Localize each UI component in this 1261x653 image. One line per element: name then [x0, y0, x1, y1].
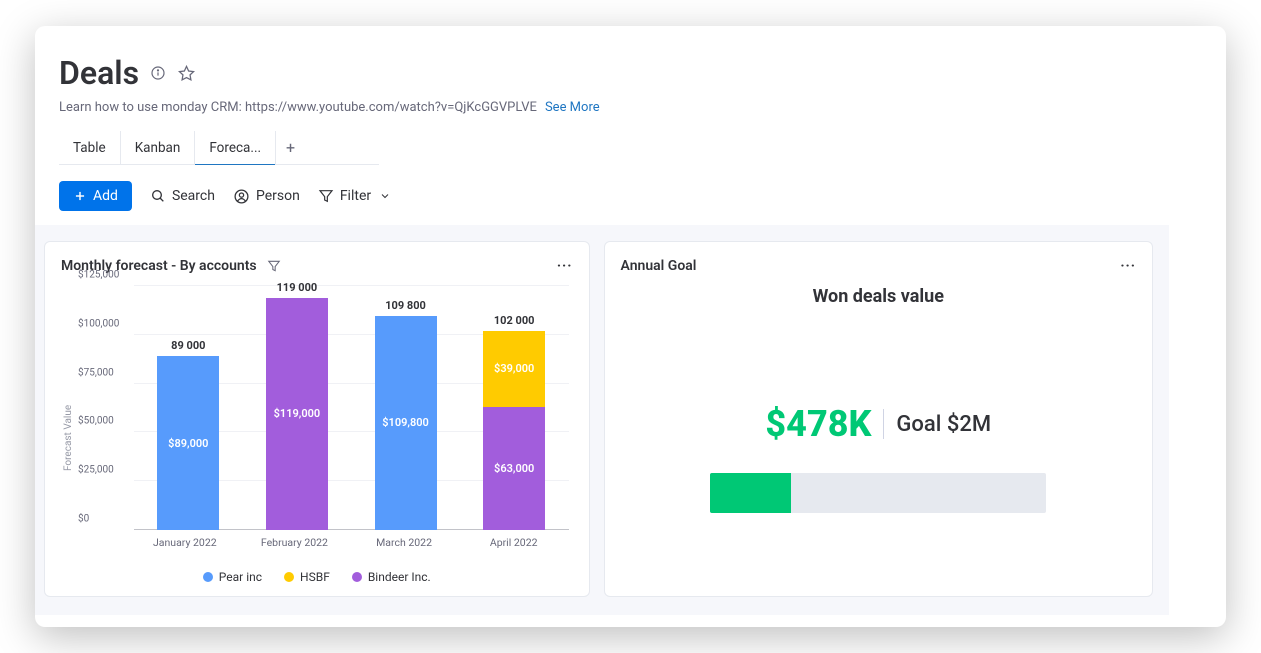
bar-segment-pearinc[interactable]: $89,000	[157, 356, 219, 530]
tab-foreca[interactable]: Foreca...	[194, 131, 275, 165]
goal-panel-title: Annual Goal	[621, 258, 697, 274]
add-button-label: Add	[93, 188, 118, 204]
filter-icon[interactable]	[267, 259, 281, 273]
legend-item-pearinc[interactable]: Pear inc	[203, 570, 262, 584]
y-tick: $100,000	[78, 318, 119, 329]
bar-january-2022: 89 000 $89,000	[134, 286, 243, 530]
bars: 89 000 $89,000 119 000$119,000 109 800 $109,…	[134, 286, 569, 530]
x-labels: January 2022February 2022March 2022April…	[130, 536, 569, 549]
legend-item-bindeerinc[interactable]: Bindeer Inc.	[352, 570, 431, 584]
workspace: Monthly forecast - By accounts ··· Forec…	[35, 225, 1169, 615]
star-icon[interactable]	[177, 64, 195, 82]
filter-button[interactable]: Filter	[318, 188, 391, 204]
tab-kanban[interactable]: Kanban	[120, 131, 195, 165]
info-icon[interactable]	[149, 64, 167, 82]
x-label: February 2022	[240, 536, 350, 549]
bar-segment-hsbf[interactable]: $39,000	[483, 331, 545, 407]
bar-february-2022: 119 000$119,000	[243, 286, 352, 530]
y-ticks: $0$25,000$50,000$75,000$100,000$125,000	[78, 286, 130, 530]
x-label: March 2022	[349, 536, 459, 549]
person-button[interactable]: Person	[233, 188, 300, 205]
page-title: Deals	[59, 54, 139, 92]
goal-target: Goal $2M	[896, 412, 991, 437]
goal-divider	[883, 409, 884, 439]
bar-segment-pearinc[interactable]: $109,800	[375, 316, 437, 530]
see-more-link[interactable]: See More	[545, 100, 600, 115]
bar-stack[interactable]: $109,800	[375, 316, 437, 530]
y-tick: $50,000	[78, 416, 114, 427]
goal-value: $478K	[765, 403, 871, 445]
legend-dot-icon	[284, 572, 294, 582]
add-button[interactable]: Add	[59, 181, 132, 211]
bar-stack[interactable]: $63,000$39,000	[483, 331, 545, 530]
legend-label: Pear inc	[219, 570, 262, 584]
y-axis-label: Forecast Value	[61, 286, 74, 554]
toolbar: Add Search Person Filter	[59, 167, 1202, 225]
person-label: Person	[256, 188, 300, 204]
y-tick: $25,000	[78, 465, 114, 476]
bar-stack[interactable]: $89,000	[157, 356, 219, 530]
tab-table[interactable]: Table	[59, 131, 120, 165]
y-tick: $75,000	[78, 367, 114, 378]
forecast-panel: Monthly forecast - By accounts ··· Forec…	[44, 241, 590, 597]
add-tab-button[interactable]: +	[275, 131, 305, 165]
goal-heading: Won deals value	[621, 286, 1136, 307]
legend-dot-icon	[203, 572, 213, 582]
subtitle-text: Learn how to use monday CRM: https://www…	[59, 100, 537, 115]
x-label: January 2022	[130, 536, 240, 549]
legend-label: HSBF	[300, 570, 330, 584]
header: Deals Learn how to use monday CRM: https…	[35, 26, 1226, 225]
chart-plot-area: $0$25,000$50,000$75,000$100,000$125,000 …	[78, 286, 573, 530]
bar-total-label: 119 000	[277, 281, 318, 294]
goal-progress-fill	[710, 473, 790, 513]
goal-progress-bar	[710, 473, 1046, 513]
goal-panel: Annual Goal ··· Won deals value $478K Go…	[604, 241, 1153, 597]
bar-stack[interactable]: $119,000	[266, 298, 328, 530]
chart-legend: Pear inc HSBF Bindeer Inc.	[61, 570, 573, 584]
legend-dot-icon	[352, 572, 362, 582]
search-label: Search	[172, 188, 215, 204]
app-window: Deals Learn how to use monday CRM: https…	[35, 26, 1226, 627]
panel-menu-icon[interactable]: ···	[557, 258, 573, 274]
legend-item-hsbf[interactable]: HSBF	[284, 570, 330, 584]
legend-label: Bindeer Inc.	[368, 570, 431, 584]
bar-march-2022: 109 800 $109,800	[351, 286, 460, 530]
y-tick: $0	[78, 514, 89, 525]
view-tabs: TableKanbanForeca...+	[59, 131, 379, 165]
bar-total-label: 102 000	[494, 314, 535, 327]
bar-total-label: 89 000	[171, 339, 205, 352]
bar-april-2022: 102 000 $63,000$39,000	[460, 286, 569, 530]
bar-total-label: 109 800	[385, 299, 426, 312]
bar-segment-bindeerinc[interactable]: $119,000	[266, 298, 328, 530]
forecast-chart: Forecast Value $0 $25,000 $50,000 $75,000 $1…	[61, 286, 573, 554]
search-button[interactable]: Search	[150, 188, 215, 204]
x-label: April 2022	[459, 536, 569, 549]
filter-label: Filter	[340, 188, 371, 204]
panel-menu-icon[interactable]: ···	[1120, 258, 1136, 274]
bar-segment-bindeerinc[interactable]: $63,000	[483, 407, 545, 530]
y-tick: $125,000	[78, 270, 119, 281]
